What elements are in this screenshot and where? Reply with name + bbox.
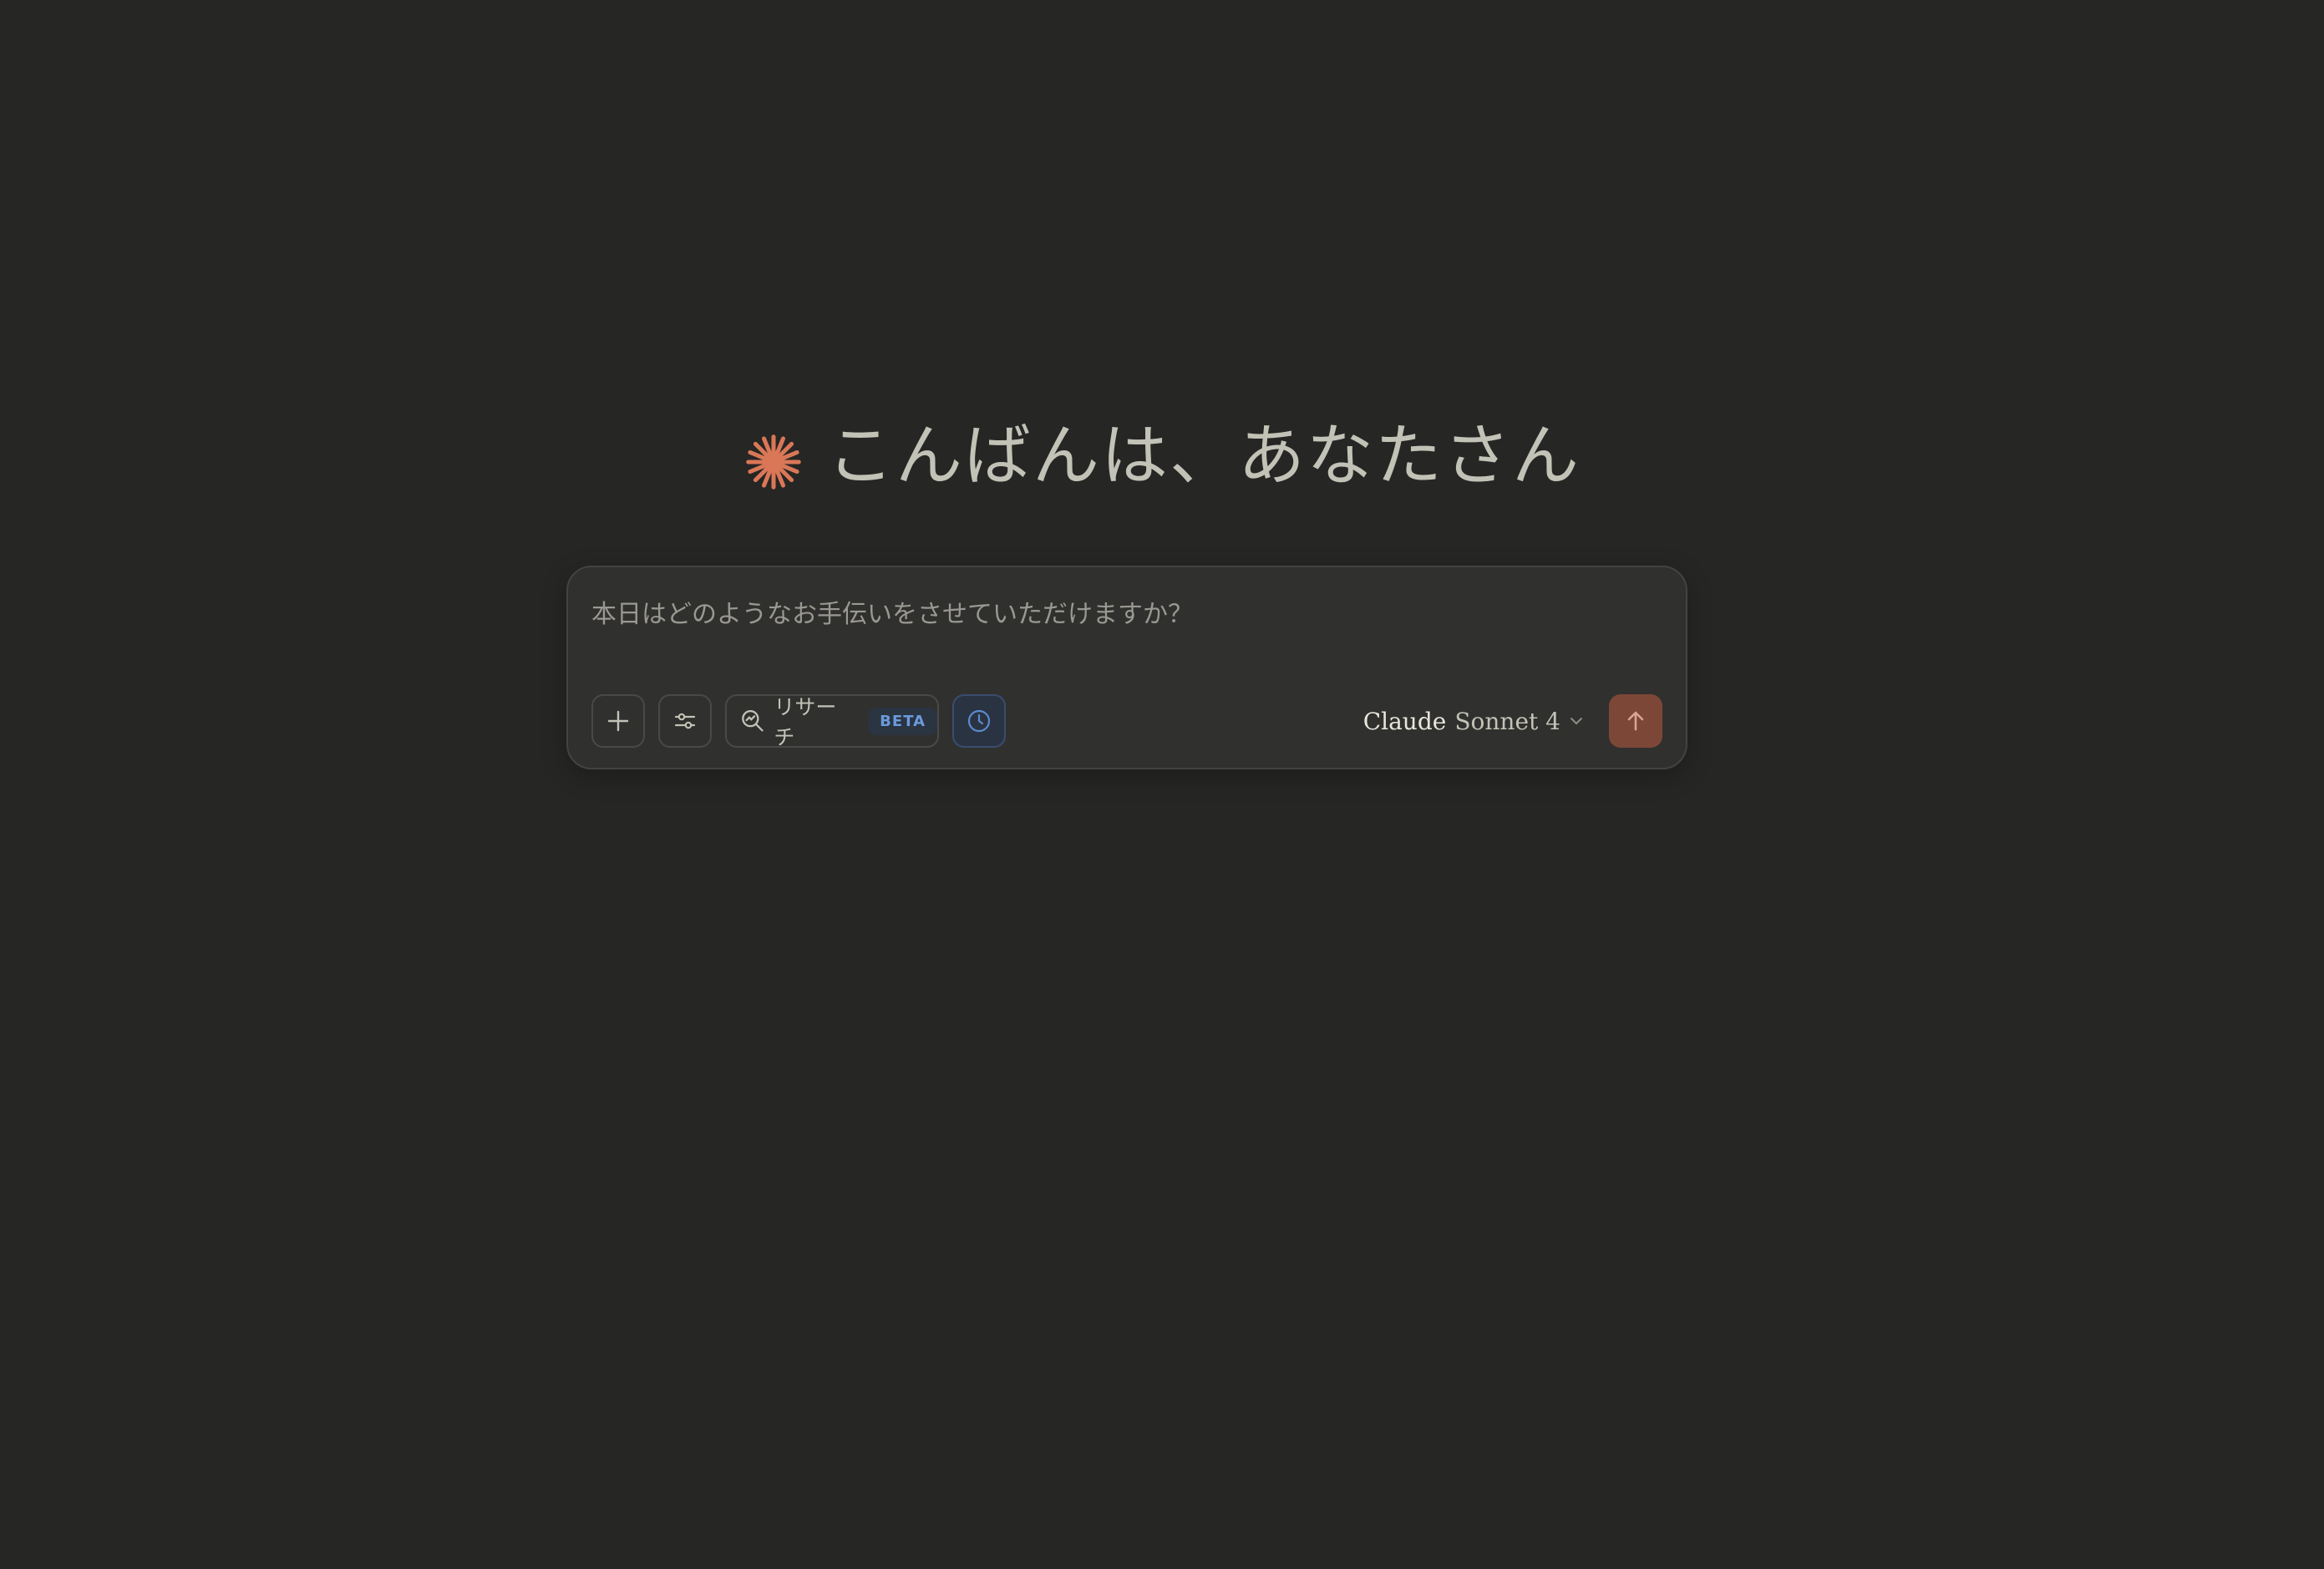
- chevron-down-icon: [1570, 718, 1582, 724]
- chat-composer: リサーチ BETA Claude Sonnet 4: [566, 566, 1687, 769]
- beta-badge: BETA: [868, 707, 937, 735]
- model-selector[interactable]: Claude Sonnet 4: [1363, 694, 1584, 748]
- model-name: Sonnet 4: [1454, 707, 1560, 735]
- sliders-icon: [674, 713, 696, 729]
- research-search-icon: [742, 710, 764, 732]
- page: こんばんは、あなたさん 本日はどのようなお手伝いをさせていただけますか？ リサー…: [0, 0, 2324, 1569]
- extended-thinking-button[interactable]: [952, 694, 1006, 748]
- greeting-text: こんばんは、あなたさん: [827, 417, 1581, 495]
- clock-icon: [967, 709, 991, 733]
- claude-spark-icon: [746, 434, 801, 490]
- arrow-up-icon: [1627, 711, 1644, 731]
- prompt-input[interactable]: [591, 591, 1661, 637]
- research-label: リサーチ: [774, 695, 837, 749]
- add-content-button[interactable]: [591, 694, 645, 748]
- plus-icon: [607, 710, 629, 732]
- model-brand: Claude: [1362, 707, 1447, 735]
- tools-button[interactable]: [658, 694, 712, 748]
- greeting: こんばんは、あなたさん: [0, 398, 2324, 515]
- research-button[interactable]: リサーチ BETA: [725, 694, 939, 749]
- send-button[interactable]: [1609, 694, 1662, 748]
